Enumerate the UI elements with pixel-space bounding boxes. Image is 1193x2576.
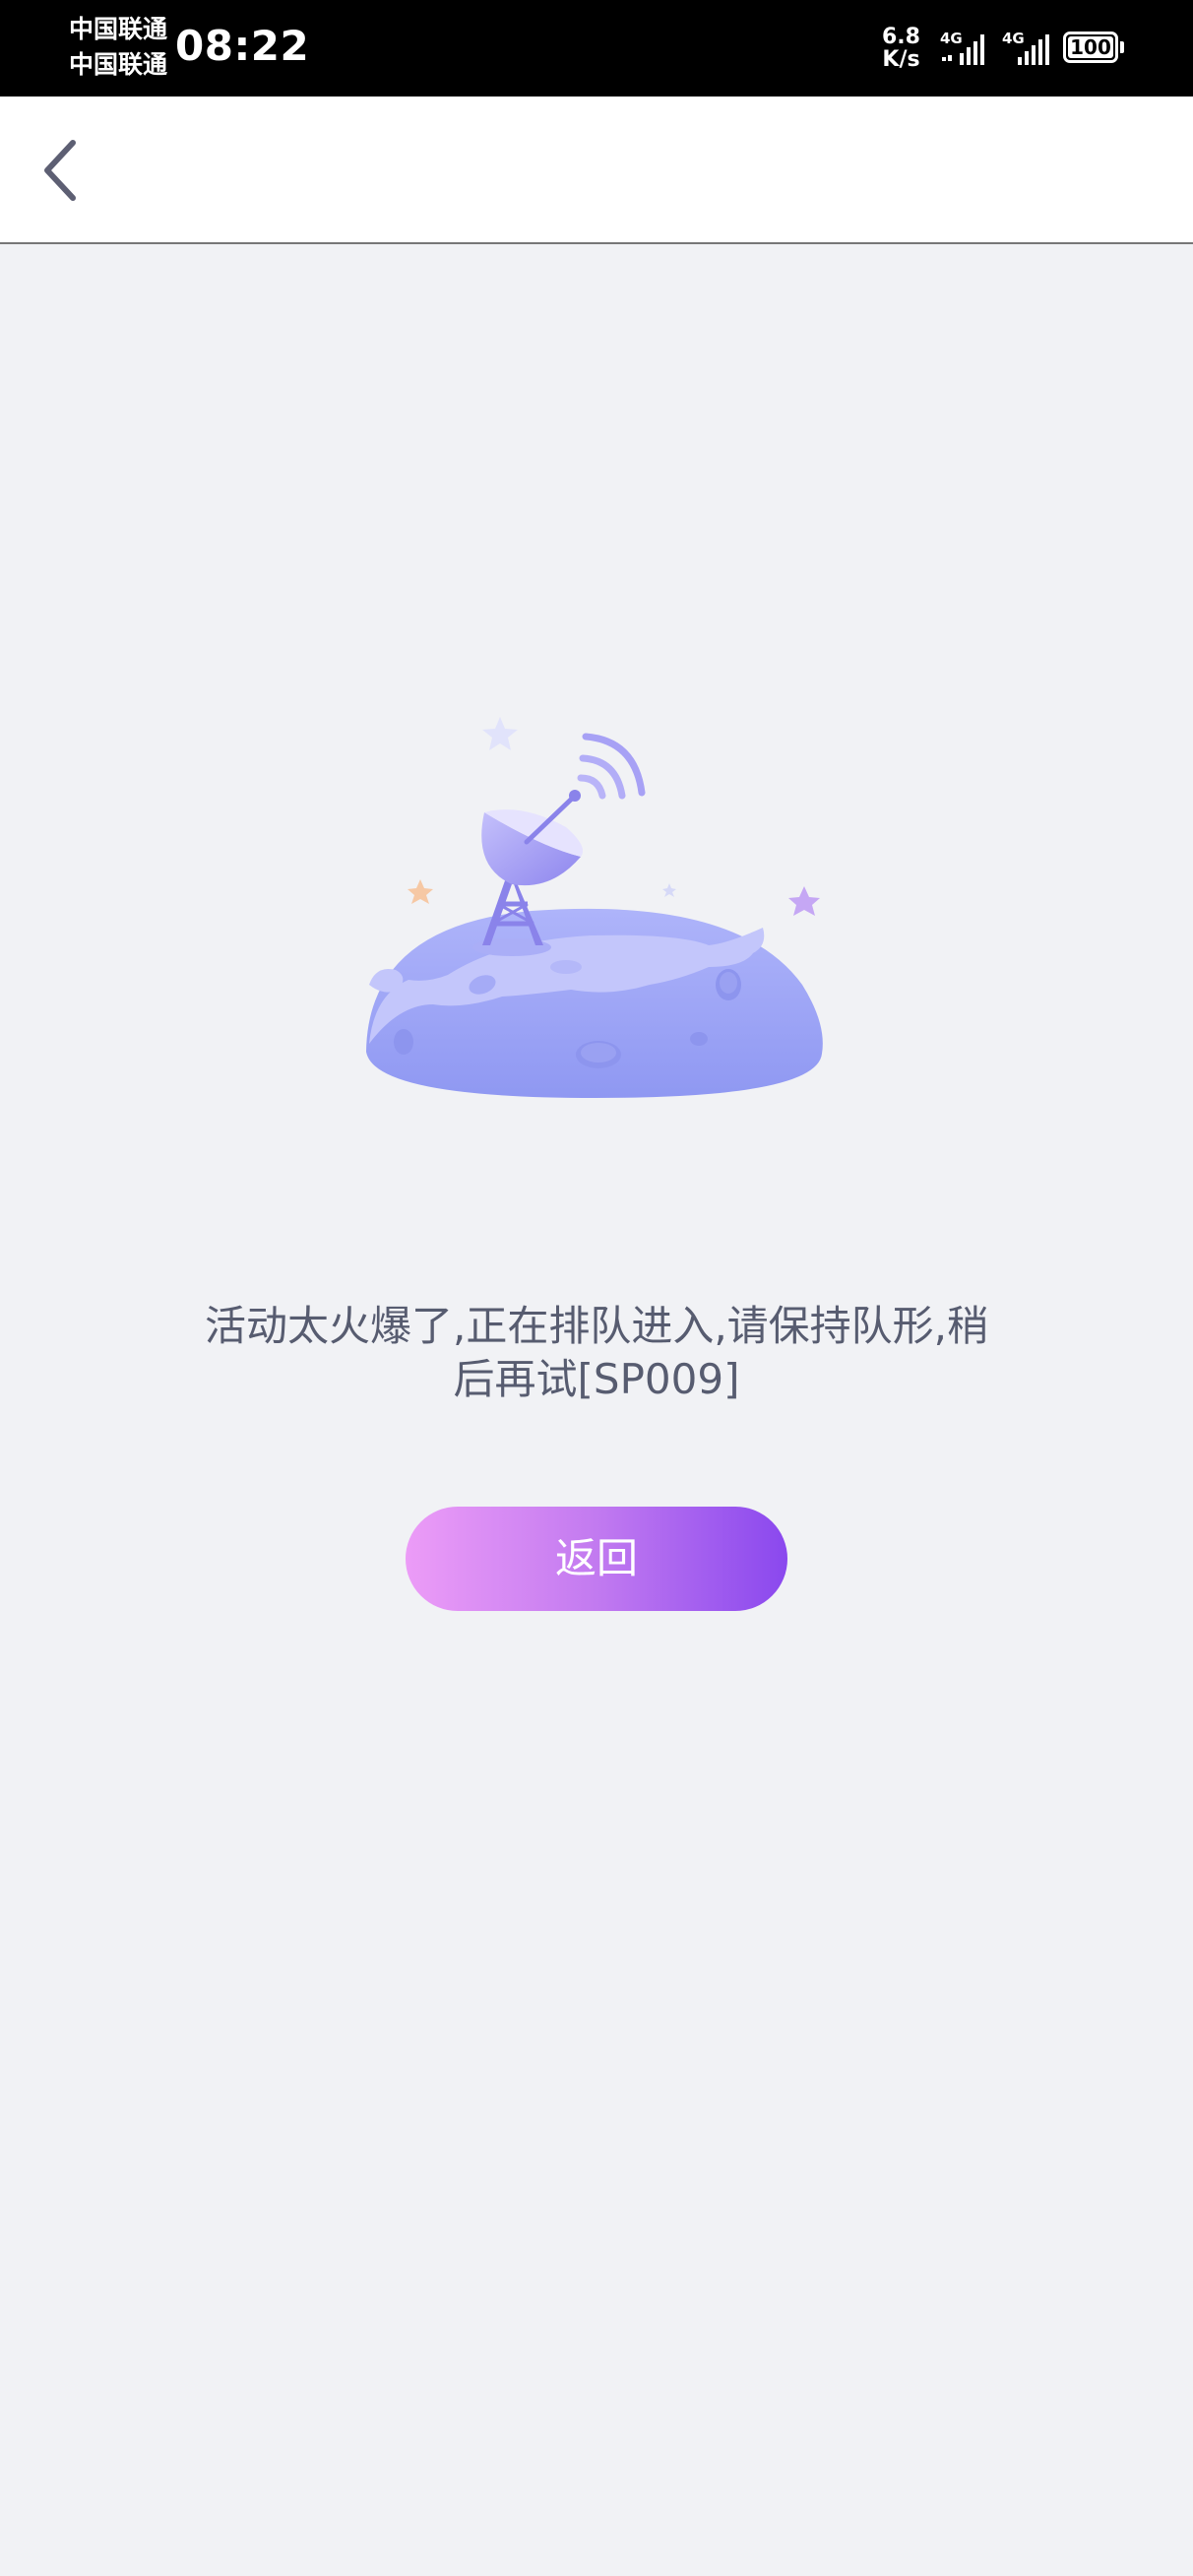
back-button[interactable]	[28, 126, 96, 215]
carrier-1: 中国联通	[69, 15, 168, 43]
battery-tip	[1120, 41, 1124, 53]
carrier-labels: 中国联通 中国联通	[69, 12, 167, 83]
satellite-dish-planet-illustration	[366, 717, 823, 1098]
status-time: 08:22	[175, 22, 310, 70]
signal-1-bars-icon	[942, 34, 984, 65]
navigation-bar	[0, 97, 1193, 244]
battery-level: 100	[1070, 35, 1111, 59]
signal-2-bars-icon	[1018, 34, 1049, 65]
network-speed: 6.8 K/s	[882, 26, 920, 71]
network-speed-value: 6.8	[882, 25, 920, 49]
battery-icon: 100	[1063, 32, 1118, 63]
status-bar: 中国联通 中国联通 08:22 6.8 K/s 4G 4G 100	[0, 0, 1193, 97]
carrier-2: 中国联通	[69, 50, 168, 79]
network-speed-unit: K/s	[882, 47, 920, 72]
return-button[interactable]: 返回	[406, 1507, 787, 1611]
chevron-left-icon	[44, 140, 76, 201]
error-message: 活动太火爆了,正在排队进入,请保持队形,稍后再试[SP009]	[204, 1302, 989, 1403]
